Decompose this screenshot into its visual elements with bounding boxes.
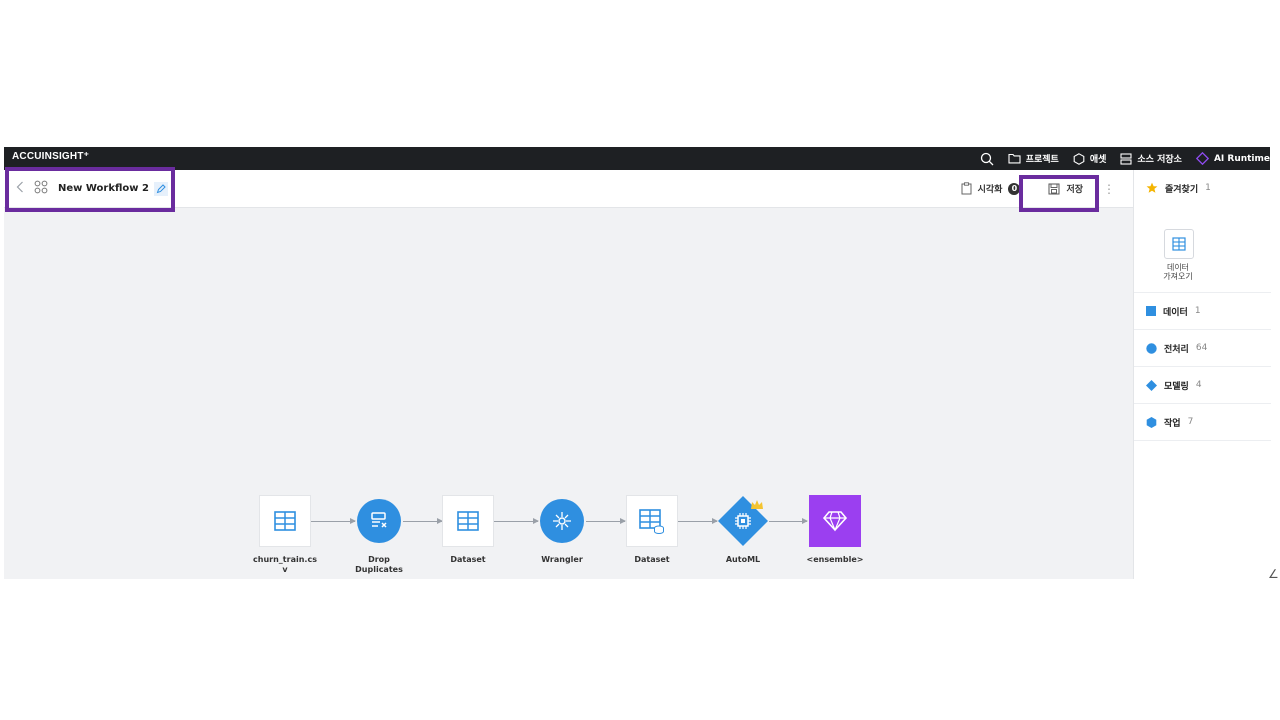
category-jobs-label: 작업: [1164, 418, 1181, 429]
node-label: <ensemble>: [806, 555, 864, 564]
favorites-label: 즐겨찾기: [1165, 184, 1199, 195]
highlight-box-title: [5, 167, 175, 212]
node-palette-panel: 즐겨찾기 1 데이터 가져오기 데이터 1 전처리 64 모델링 4 작업 7: [1133, 170, 1271, 579]
category-preprocessing-label: 전처리: [1164, 344, 1189, 355]
node-label: Dataset: [450, 555, 486, 564]
node-wrangler[interactable]: [536, 495, 588, 547]
chip-icon: [735, 513, 751, 529]
visualize-button[interactable]: 시각화 0: [961, 182, 1021, 195]
hexagon-icon: [1073, 152, 1085, 165]
nav-projects-label: 프로젝트: [1025, 155, 1059, 165]
hexagon-icon: [1146, 416, 1157, 428]
category-preprocessing[interactable]: 전처리 64: [1134, 330, 1271, 367]
category-modeling[interactable]: 모델링 4: [1134, 367, 1271, 404]
top-navbar: ACCUINSIGHT⁺ 프로젝트 애셋 소스 저장소 AI Runtime: [4, 147, 1270, 170]
node-label: Drop Duplicates: [355, 555, 403, 574]
circle-icon: [1146, 342, 1157, 354]
visualize-label: 시각화: [977, 185, 1003, 195]
favorite-item-label: 데이터 가져오기: [1163, 263, 1193, 281]
favorite-item-import-data[interactable]: [1164, 229, 1194, 259]
favorites-list: 데이터 가져오기: [1134, 206, 1271, 293]
node-label: AutoML: [725, 555, 761, 564]
category-preprocessing-count: 64: [1195, 343, 1208, 353]
node-automl[interactable]: [717, 495, 769, 547]
nav-ai-runtime[interactable]: AI Runtime: [1195, 152, 1270, 165]
crown-icon: [751, 500, 763, 509]
nav-projects[interactable]: 프로젝트: [1008, 152, 1059, 165]
node-dataset-1[interactable]: [442, 495, 494, 547]
node-drop-duplicates[interactable]: [353, 495, 405, 547]
category-data-count: 1: [1194, 306, 1201, 316]
drop-duplicates-icon: [371, 512, 387, 528]
table-icon: [1172, 237, 1186, 251]
wrangler-icon: [553, 512, 571, 530]
node-dataset-2[interactable]: [626, 495, 678, 547]
edge: [769, 518, 808, 524]
node-shape: [357, 499, 401, 543]
edge: [311, 518, 356, 524]
node-churn-train[interactable]: [259, 495, 311, 547]
table-db-icon: [639, 509, 664, 534]
table-icon: [457, 511, 479, 531]
category-modeling-count: 4: [1195, 380, 1202, 390]
nav-assets-label: 애셋: [1089, 155, 1107, 165]
edge: [677, 518, 718, 524]
favorites-header[interactable]: 즐겨찾기 1: [1134, 170, 1271, 206]
top-nav: 프로젝트 애셋 소스 저장소 AI Runtime: [980, 147, 1270, 170]
diamond-icon: [1195, 152, 1209, 165]
star-icon: [1146, 182, 1158, 193]
node-label: Dataset: [634, 555, 670, 564]
stray-glyph: ∠: [1268, 567, 1279, 581]
nav-ai-runtime-label: AI Runtime: [1213, 153, 1270, 164]
storage-icon: [1120, 152, 1132, 165]
highlight-box-save: [1019, 175, 1099, 212]
nav-source-repo-label: 소스 저장소: [1137, 155, 1182, 165]
folder-icon: [1008, 153, 1021, 164]
square-icon: [1146, 306, 1156, 316]
gem-icon: [823, 511, 847, 532]
category-data[interactable]: 데이터 1: [1134, 293, 1271, 330]
node-label: Wrangler: [541, 555, 583, 564]
table-icon: [274, 511, 296, 531]
more-options-icon[interactable]: ⋮: [1103, 182, 1115, 196]
edge: [586, 518, 626, 524]
nav-source-repo[interactable]: 소스 저장소: [1120, 152, 1182, 165]
search-icon: [980, 152, 994, 165]
node-label: churn_train.cs v: [253, 555, 317, 574]
node-shape: [540, 499, 584, 543]
category-jobs-count: 7: [1187, 417, 1194, 427]
edge: [494, 518, 539, 524]
node-ensemble[interactable]: [809, 495, 861, 547]
logo[interactable]: ACCUINSIGHT⁺: [12, 151, 89, 162]
category-modeling-label: 모델링: [1164, 381, 1189, 392]
favorites-count: 1: [1205, 183, 1211, 193]
edge: [403, 518, 443, 524]
category-jobs[interactable]: 작업 7: [1134, 404, 1271, 441]
clipboard-icon: [961, 182, 972, 195]
nav-search[interactable]: [980, 152, 994, 166]
category-data-label: 데이터: [1163, 307, 1188, 318]
nav-assets[interactable]: 애셋: [1073, 152, 1107, 165]
diamond-icon: [1146, 379, 1157, 391]
